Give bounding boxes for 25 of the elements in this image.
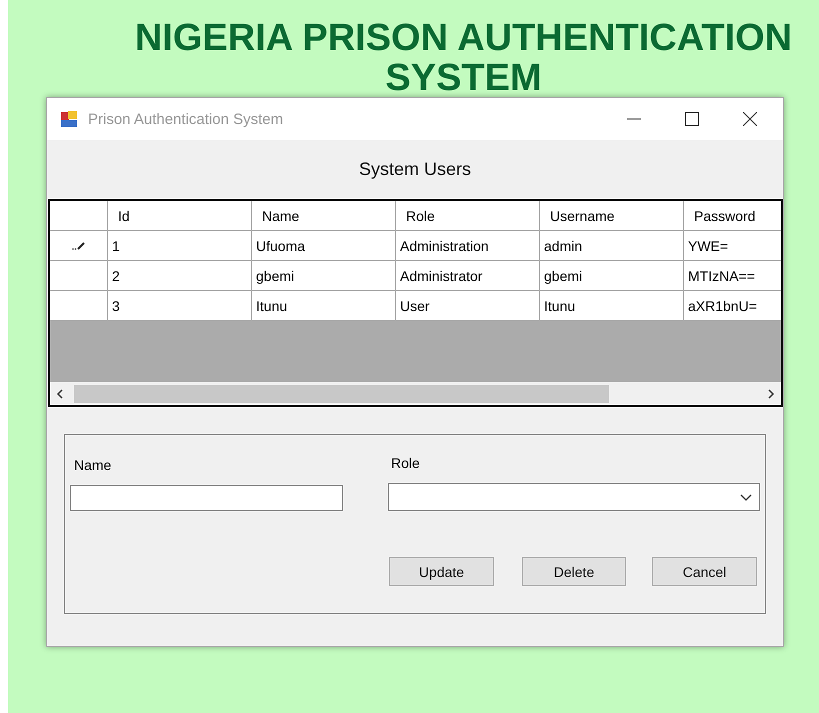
scroll-right-icon[interactable] [767, 388, 775, 398]
section-heading: System Users [358, 159, 472, 180]
page-title: SYSTEM [384, 58, 543, 98]
app-icon [60, 110, 78, 128]
maximize-icon[interactable] [685, 112, 699, 126]
chevron-down-icon [740, 494, 752, 500]
table-cell: 3 [108, 291, 252, 321]
action-button[interactable]: Update [389, 557, 494, 586]
window-title: Prison Authentication System [88, 110, 284, 128]
table-cell: Itunu [252, 291, 396, 321]
close-icon[interactable] [743, 112, 757, 126]
action-button[interactable]: Cancel [652, 557, 757, 586]
role-dropdown[interactable] [388, 483, 760, 511]
table-cell: User [396, 291, 540, 321]
row-header[interactable] [50, 291, 108, 321]
pencil-icon [72, 242, 86, 250]
table-cell: Itunu [540, 291, 684, 321]
table-cell: aXR1bnU= [684, 291, 781, 321]
horizontal-scrollbar[interactable] [50, 382, 781, 405]
name-field[interactable] [70, 485, 343, 511]
scroll-left-icon[interactable] [56, 388, 64, 398]
field-label: Name [73, 456, 112, 475]
page-title: NIGERIA PRISON AUTHENTICATION [134, 18, 794, 58]
action-button[interactable]: Delete [522, 557, 626, 586]
field-label: Role [390, 454, 421, 473]
